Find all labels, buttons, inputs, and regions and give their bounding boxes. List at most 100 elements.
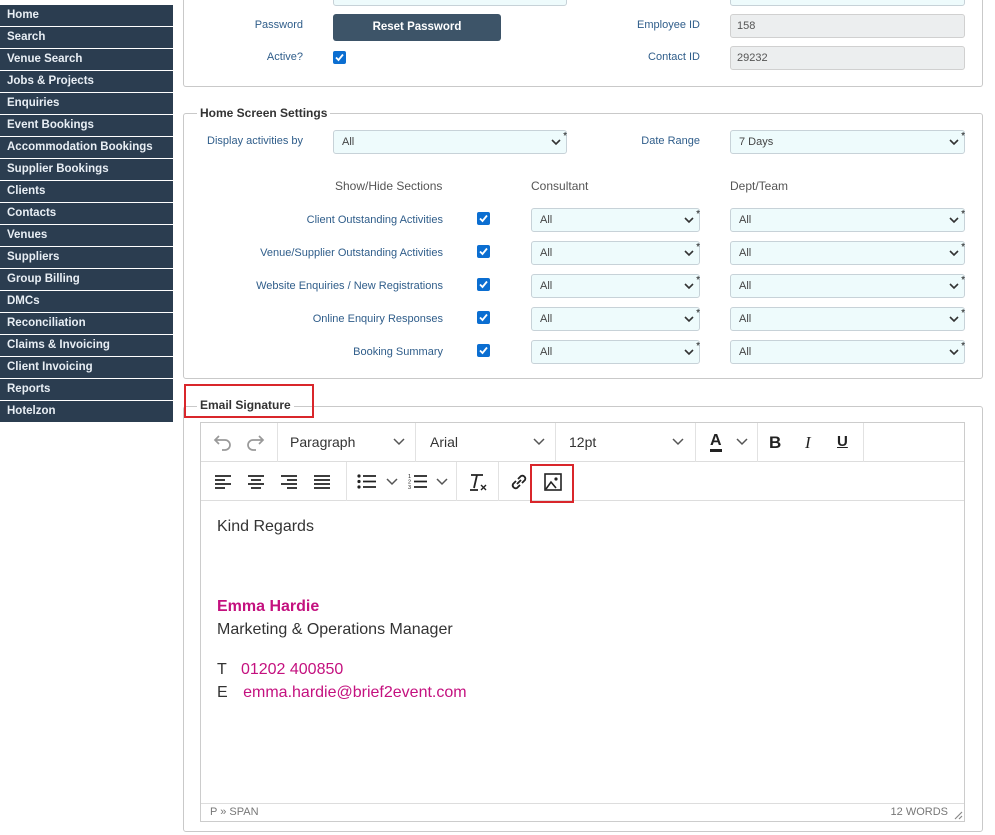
word-count[interactable]: 12 WORDS bbox=[891, 806, 948, 818]
consultant-select-online-responses[interactable]: All * bbox=[531, 307, 700, 331]
text-color-button[interactable]: A bbox=[701, 423, 753, 462]
consultant-select-client-activities[interactable]: All * bbox=[531, 208, 700, 232]
sidebar-item-dmcs[interactable]: DMCs bbox=[0, 291, 173, 313]
select-value: All bbox=[739, 247, 752, 259]
highlight-insert-image bbox=[530, 464, 574, 503]
show-online-responses-checkbox[interactable] bbox=[477, 311, 490, 324]
active-label: Active? bbox=[266, 51, 303, 63]
resize-handle-icon[interactable] bbox=[953, 810, 963, 820]
font-family-dropdown[interactable]: Arial bbox=[416, 423, 555, 462]
consultant-select-venue-activities[interactable]: All * bbox=[531, 241, 700, 265]
sidebar-item-reconciliation[interactable]: Reconciliation bbox=[0, 313, 173, 335]
sidebar-item-reports[interactable]: Reports bbox=[0, 379, 173, 401]
block-format-dropdown[interactable]: Paragraph bbox=[278, 423, 415, 462]
consultant-select-website-enquiries[interactable]: All * bbox=[531, 274, 700, 298]
dept-select-client-activities[interactable]: All * bbox=[730, 208, 965, 232]
sidebar-nav: Home Search Venue Search Jobs & Projects… bbox=[0, 5, 173, 423]
signature-phone-row: T 01202 400850 bbox=[217, 661, 343, 679]
bullet-list-icon bbox=[357, 474, 376, 489]
sidebar-item-claims-invoicing[interactable]: Claims & Invoicing bbox=[0, 335, 173, 357]
select-value: All bbox=[739, 280, 752, 292]
italic-button[interactable]: I bbox=[797, 423, 823, 462]
required-asterisk: * bbox=[696, 341, 700, 352]
phone-prefix: T bbox=[217, 661, 227, 678]
undo-button[interactable] bbox=[207, 423, 237, 462]
password-label: Password bbox=[254, 19, 303, 31]
sidebar-item-search[interactable]: Search bbox=[0, 27, 173, 49]
underline-button[interactable]: U bbox=[831, 423, 857, 462]
italic-icon: I bbox=[805, 433, 811, 452]
active-checkbox[interactable] bbox=[333, 51, 346, 64]
required-asterisk: * bbox=[961, 242, 965, 253]
align-left-button[interactable] bbox=[209, 462, 237, 501]
dept-select-online-responses[interactable]: All * bbox=[730, 307, 965, 331]
chevron-down-icon bbox=[684, 316, 694, 323]
date-range-value: 7 Days bbox=[739, 136, 774, 148]
col-header-dept: Dept/Team bbox=[730, 179, 789, 193]
required-asterisk: * bbox=[961, 308, 965, 319]
chevron-down-icon bbox=[684, 283, 694, 290]
sidebar-item-client-invoicing[interactable]: Client Invoicing bbox=[0, 357, 173, 379]
sidebar-item-home[interactable]: Home bbox=[0, 5, 173, 27]
partial-input-right[interactable] bbox=[730, 0, 965, 6]
sidebar-item-venue-search[interactable]: Venue Search bbox=[0, 49, 173, 71]
sidebar-item-suppliers[interactable]: Suppliers bbox=[0, 247, 173, 269]
select-value: All bbox=[739, 313, 752, 325]
show-client-activities-checkbox[interactable] bbox=[477, 212, 490, 225]
row-label-client-activities: Client Outstanding Activities bbox=[306, 214, 443, 226]
signature-email-row: E emma.hardie@brief2event.com bbox=[217, 684, 467, 702]
required-asterisk: * bbox=[696, 308, 700, 319]
consultant-select-booking-summary[interactable]: All * bbox=[531, 340, 700, 364]
align-right-button[interactable] bbox=[275, 462, 303, 501]
sidebar-item-event-bookings[interactable]: Event Bookings bbox=[0, 115, 173, 137]
underline-icon: U bbox=[837, 433, 848, 450]
font-size-dropdown[interactable]: 12pt bbox=[556, 423, 695, 462]
clear-formatting-icon bbox=[470, 474, 487, 491]
sidebar-item-enquiries[interactable]: Enquiries bbox=[0, 93, 173, 115]
sidebar-item-supplier-bookings[interactable]: Supplier Bookings bbox=[0, 159, 173, 181]
show-venue-activities-checkbox[interactable] bbox=[477, 245, 490, 258]
sidebar-item-contacts[interactable]: Contacts bbox=[0, 203, 173, 225]
required-asterisk: * bbox=[696, 209, 700, 220]
redo-button[interactable] bbox=[241, 423, 271, 462]
email-prefix: E bbox=[217, 684, 228, 701]
dept-select-booking-summary[interactable]: All * bbox=[730, 340, 965, 364]
bold-button[interactable]: B bbox=[763, 423, 789, 462]
block-format-value: Paragraph bbox=[290, 434, 356, 450]
align-justify-icon bbox=[314, 475, 330, 489]
sidebar-item-venues[interactable]: Venues bbox=[0, 225, 173, 247]
sidebar-item-jobs-projects[interactable]: Jobs & Projects bbox=[0, 71, 173, 93]
align-justify-button[interactable] bbox=[308, 462, 336, 501]
signature-greeting: Kind Regards bbox=[217, 518, 314, 535]
show-website-enquiries-checkbox[interactable] bbox=[477, 278, 490, 291]
sidebar-item-group-billing[interactable]: Group Billing bbox=[0, 269, 173, 291]
clear-formatting-button[interactable] bbox=[461, 462, 493, 501]
show-booking-summary-checkbox[interactable] bbox=[477, 344, 490, 357]
chevron-down-icon bbox=[736, 438, 748, 446]
toolbar-row-1: Paragraph Arial 12pt A B I U bbox=[201, 423, 964, 462]
align-center-icon bbox=[248, 475, 264, 489]
svg-text:3: 3 bbox=[408, 485, 411, 490]
dept-select-website-enquiries[interactable]: All * bbox=[730, 274, 965, 298]
numbered-list-button[interactable]: 123 bbox=[403, 462, 453, 501]
bold-icon: B bbox=[769, 433, 782, 452]
chevron-down-icon bbox=[551, 139, 561, 146]
employee-id-field: 158 bbox=[730, 14, 965, 38]
date-range-select[interactable]: 7 Days * bbox=[730, 130, 965, 154]
chevron-down-icon bbox=[672, 438, 684, 446]
display-by-select[interactable]: All * bbox=[333, 130, 567, 154]
align-center-button[interactable] bbox=[242, 462, 270, 501]
sidebar-item-accommodation-bookings[interactable]: Accommodation Bookings bbox=[0, 137, 173, 159]
reset-password-button[interactable]: Reset Password bbox=[333, 14, 501, 41]
align-right-icon bbox=[281, 475, 297, 489]
element-path[interactable]: P » SPAN bbox=[210, 806, 259, 818]
partial-input-left[interactable] bbox=[333, 0, 567, 6]
bullet-list-button[interactable] bbox=[351, 462, 401, 501]
sidebar-item-hotelzon[interactable]: Hotelzon bbox=[0, 401, 173, 423]
select-value: All bbox=[739, 346, 752, 358]
chevron-down-icon bbox=[949, 316, 959, 323]
display-by-label: Display activities by bbox=[207, 135, 303, 147]
sidebar-item-clients[interactable]: Clients bbox=[0, 181, 173, 203]
dept-select-venue-activities[interactable]: All * bbox=[730, 241, 965, 265]
numbered-list-icon: 123 bbox=[408, 474, 427, 490]
